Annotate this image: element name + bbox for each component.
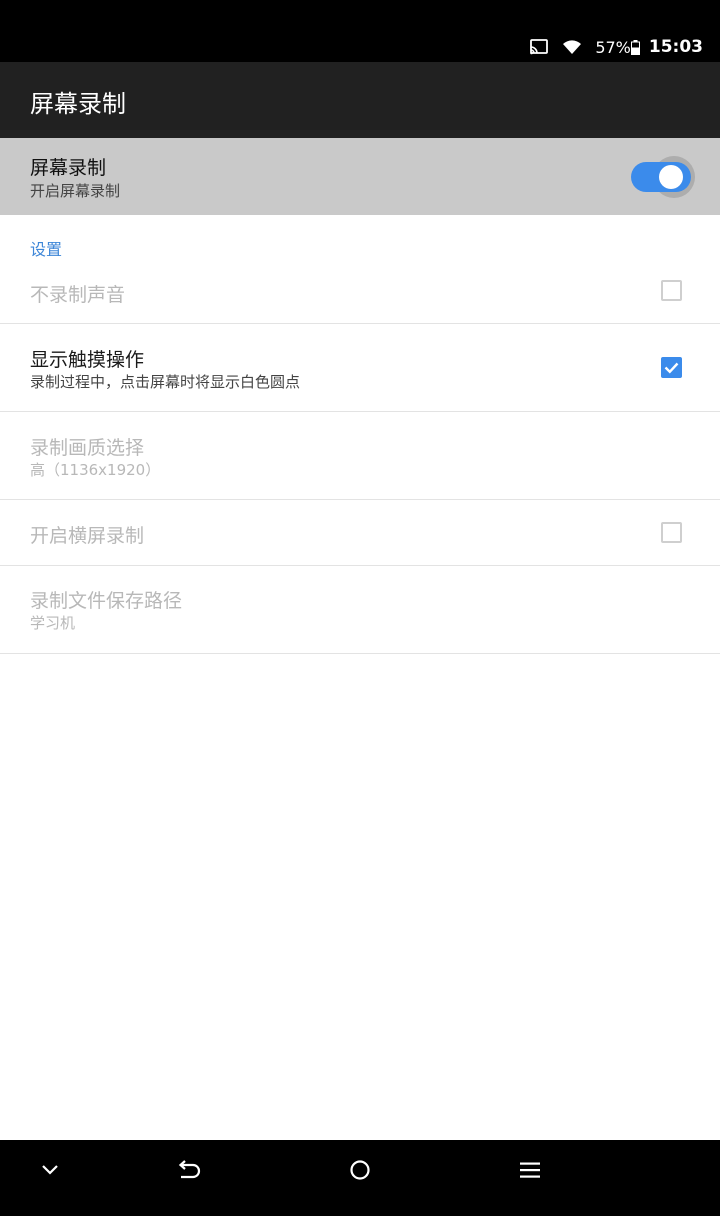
checkmark-icon: [664, 362, 679, 374]
chevron-down-icon: [42, 1165, 58, 1175]
pref-save-path-value: 学习机: [30, 614, 76, 632]
menu-button[interactable]: [510, 1150, 550, 1190]
toggle-thumb: [659, 165, 683, 189]
pref-show-touches[interactable]: 显示触摸操作 录制过程中，点击屏幕时将显示白色圆点: [0, 324, 720, 412]
pref-show-touches-subtitle: 录制过程中，点击屏幕时将显示白色圆点: [30, 373, 301, 391]
cast-icon: [530, 39, 549, 55]
pref-record-quality-title: 录制画质选择: [30, 437, 145, 459]
pref-no-audio-title: 不录制声音: [30, 284, 126, 306]
navigation-bar: [0, 1140, 720, 1216]
home-icon: [350, 1160, 370, 1180]
back-button[interactable]: [170, 1150, 210, 1190]
pref-show-touches-title: 显示触摸操作: [30, 349, 145, 371]
hide-nav-button[interactable]: [30, 1150, 70, 1190]
home-button[interactable]: [340, 1150, 380, 1190]
app-bar: 屏幕录制: [0, 62, 720, 138]
pref-landscape-record-title: 开启横屏录制: [30, 525, 145, 547]
settings-section-header: 设置: [30, 240, 63, 259]
pref-record-quality-value: 高（1136x1920）: [30, 461, 161, 479]
master-switch-row[interactable]: 屏幕录制 开启屏幕录制: [0, 138, 720, 215]
pref-landscape-record[interactable]: 开启横屏录制: [0, 500, 720, 566]
page-title: 屏幕录制: [30, 90, 126, 118]
wifi-icon: [563, 40, 582, 54]
battery-percent: 57%: [595, 37, 631, 57]
status-bar: 57% 15:03: [0, 0, 720, 62]
pref-record-quality[interactable]: 录制画质选择 高（1136x1920）: [0, 412, 720, 500]
pref-save-path[interactable]: 录制文件保存路径 学习机: [0, 566, 720, 654]
no-audio-checkbox[interactable]: [661, 280, 682, 301]
master-switch-title: 屏幕录制: [30, 157, 107, 179]
menu-icon: [520, 1162, 540, 1178]
master-switch-subtitle: 开启屏幕录制: [30, 182, 121, 200]
status-icons: 57% 15:03: [530, 34, 703, 60]
battery-icon: [630, 39, 640, 55]
status-time: 15:03: [648, 37, 703, 57]
screen-record-toggle[interactable]: [631, 156, 695, 198]
back-icon: [178, 1160, 201, 1179]
pref-save-path-title: 录制文件保存路径: [30, 590, 183, 612]
landscape-record-checkbox[interactable]: [661, 522, 682, 543]
show-touches-checkbox[interactable]: [661, 357, 682, 378]
pref-no-audio[interactable]: 不录制声音: [0, 258, 720, 324]
